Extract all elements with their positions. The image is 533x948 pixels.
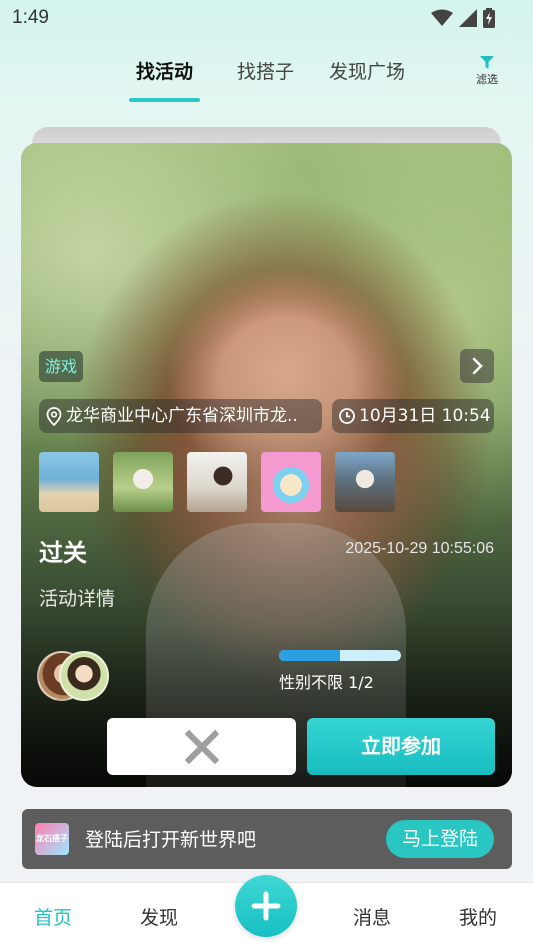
thumbnail-photo[interactable] (113, 452, 173, 512)
status-time: 1:49 (12, 7, 49, 28)
nav-mine[interactable]: 我的 (459, 903, 497, 930)
location-pill[interactable]: 龙华商业中心广东省深圳市龙.. (39, 399, 322, 433)
photo-thumbnails (39, 452, 395, 512)
participant-progress-fill (279, 650, 340, 661)
participant-progress-bar (279, 650, 401, 661)
login-prompt-text: 登陆后打开新世界吧 (85, 829, 257, 851)
chevron-right-icon (472, 357, 483, 375)
plus-icon (251, 891, 281, 921)
bottom-nav: 首页 发现 消息 我的 (0, 875, 533, 948)
login-now-button[interactable]: 马上登陆 (386, 820, 494, 858)
avatar (59, 651, 109, 701)
time-pill: 10月31日 10:54 (332, 399, 494, 433)
close-x-icon (185, 730, 219, 764)
participant-avatars[interactable] (37, 649, 117, 703)
create-activity-button[interactable] (235, 875, 297, 937)
activity-card[interactable]: 游戏 龙华商业中心广东省深圳市龙.. 10月31日 10:54 过关 2025-… (21, 143, 512, 787)
nav-home[interactable]: 首页 (34, 903, 72, 930)
nav-discover[interactable]: 发现 (140, 903, 178, 930)
created-timestamp: 2025-10-29 10:55:06 (345, 540, 494, 557)
category-tag: 游戏 (39, 351, 84, 382)
tab-find-partner[interactable]: 找搭子 (237, 57, 294, 84)
gender-capacity-text: 性别不限 1/2 (279, 673, 374, 692)
battery-icon (483, 8, 495, 28)
activity-title: 过关 (39, 539, 87, 567)
thumbnail-photo[interactable] (335, 452, 395, 512)
filter-icon (480, 56, 494, 69)
thumbnail-photo[interactable] (39, 452, 99, 512)
thumbnail-photo[interactable] (261, 452, 321, 512)
status-icons (431, 8, 495, 28)
filter-button[interactable]: 滤选 (473, 54, 501, 87)
thumbnail-photo[interactable] (187, 452, 247, 512)
tab-discover-square[interactable]: 发现广场 (329, 57, 405, 84)
app-logo: 龙石搭子 (35, 823, 69, 855)
clock-icon (339, 408, 355, 424)
top-tabs: 找活动 找搭子 发现广场 滤选 (0, 52, 533, 102)
time-text: 10月31日 10:54 (359, 406, 491, 426)
tab-indicator (129, 98, 200, 102)
filter-label: 滤选 (476, 73, 498, 86)
wifi-icon (431, 9, 453, 26)
login-banner: 龙石搭子 登陆后打开新世界吧 马上登陆 (22, 809, 512, 869)
status-bar: 1:49 (0, 0, 533, 36)
tab-find-activity[interactable]: 找活动 (136, 57, 193, 84)
card-detail-arrow-button[interactable] (460, 349, 494, 383)
join-now-button[interactable]: 立即参加 (307, 718, 495, 775)
nav-messages[interactable]: 消息 (353, 903, 391, 930)
signal-icon (459, 9, 477, 27)
location-pin-icon (46, 407, 62, 426)
location-text: 龙华商业中心广东省深圳市龙.. (66, 406, 298, 426)
skip-button[interactable] (107, 718, 296, 775)
activity-detail-label: 活动详情 (39, 588, 116, 610)
